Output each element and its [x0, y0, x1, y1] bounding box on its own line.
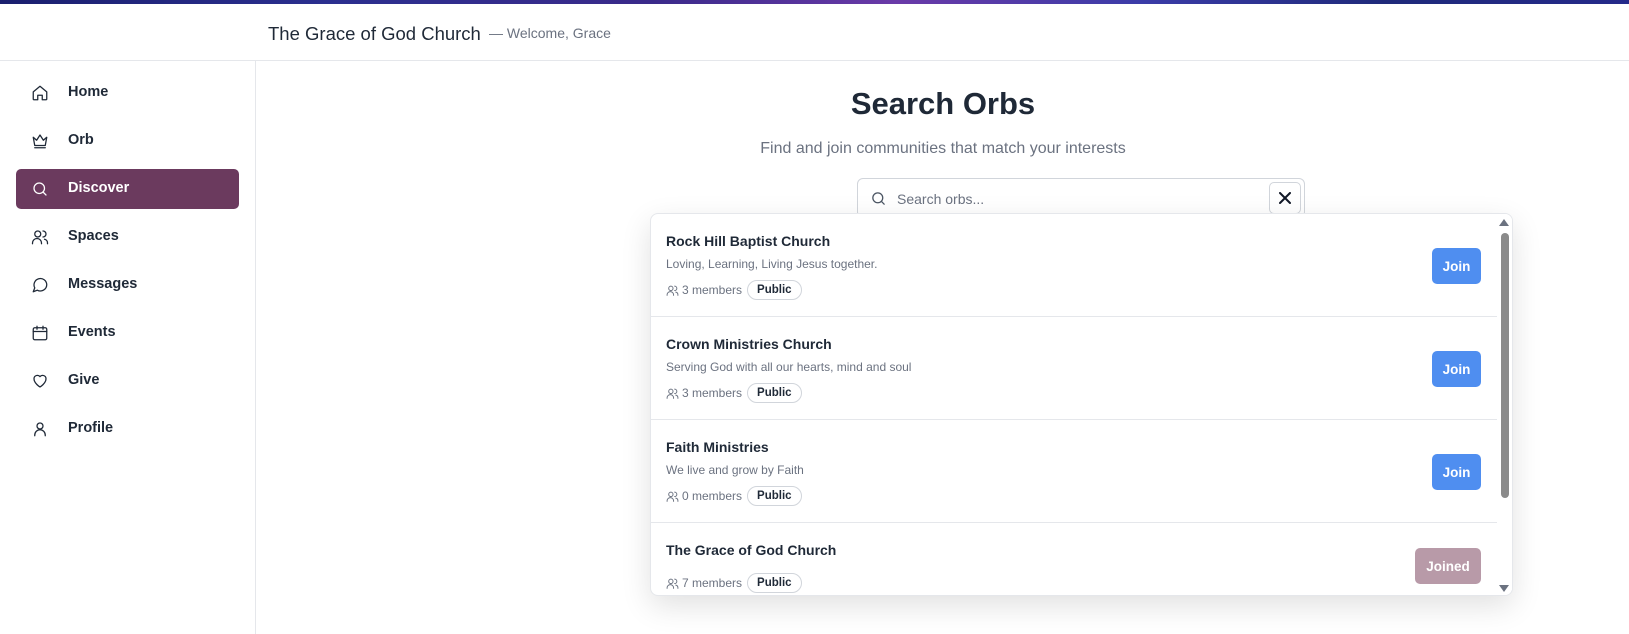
home-icon — [31, 84, 49, 102]
result-item[interactable]: The Grace of God Church 7 members Public… — [651, 523, 1497, 595]
join-button[interactable]: Join — [1432, 454, 1481, 490]
sidebar-item-label: Messages — [68, 276, 138, 292]
scroll-up-arrow-icon[interactable] — [1499, 219, 1509, 226]
users-icon — [666, 490, 679, 503]
sidebar-item-label: Discover — [68, 180, 130, 196]
orb-description: Serving God with all our hearts, mind an… — [666, 360, 912, 374]
scroll-down-arrow-icon[interactable] — [1499, 585, 1509, 592]
result-item[interactable]: Crown Ministries Church Serving God with… — [651, 317, 1497, 420]
sidebar-item-label: Orb — [68, 132, 94, 148]
search-icon — [870, 190, 887, 207]
welcome-text: — Welcome, Grace — [489, 25, 611, 41]
scrollbar[interactable] — [1497, 214, 1512, 595]
member-count: 0 members — [682, 489, 743, 503]
heart-icon — [31, 372, 49, 390]
member-count: 7 members — [682, 576, 743, 590]
orb-meta: 7 members Public — [666, 573, 802, 593]
sidebar-item-home[interactable]: Home — [16, 73, 239, 113]
clear-search-button[interactable] — [1269, 182, 1301, 214]
member-count: 3 members — [682, 386, 743, 400]
result-item[interactable]: Rock Hill Baptist Church Loving, Learnin… — [651, 214, 1497, 317]
orb-meta: 0 members Public — [666, 486, 802, 506]
visibility-badge: Public — [747, 383, 802, 403]
search-results-dropdown: Rock Hill Baptist Church Loving, Learnin… — [650, 213, 1513, 596]
page-subtitle: Find and join communities that match you… — [760, 140, 1126, 157]
sidebar-item-label: Profile — [68, 420, 114, 436]
visibility-badge: Public — [747, 573, 802, 593]
page-title: Search Orbs — [850, 86, 1036, 121]
sidebar-item-discover[interactable]: Discover — [16, 169, 239, 209]
sidebar-item-messages[interactable]: Messages — [16, 265, 239, 305]
user-icon — [31, 420, 49, 438]
sidebar: Home Orb Discover Spaces Messages Events — [0, 61, 256, 634]
sidebar-item-events[interactable]: Events — [16, 313, 239, 353]
visibility-badge: Public — [747, 280, 802, 300]
orb-meta: 3 members Public — [666, 383, 802, 403]
users-icon — [666, 284, 679, 297]
sidebar-item-profile[interactable]: Profile — [16, 409, 239, 449]
sidebar-item-label: Events — [68, 324, 116, 340]
orb-name: Faith Ministries — [666, 439, 769, 455]
scrollbar-thumb[interactable] — [1501, 233, 1509, 498]
joined-button[interactable]: Joined — [1415, 548, 1481, 584]
users-icon — [666, 387, 679, 400]
orb-name: Crown Ministries Church — [666, 336, 832, 352]
close-icon — [1279, 192, 1291, 204]
sidebar-item-orb[interactable]: Orb — [16, 121, 239, 161]
orb-description: We live and grow by Faith — [666, 463, 804, 477]
users-icon — [666, 577, 679, 590]
sidebar-item-label: Spaces — [68, 228, 119, 244]
search-input[interactable] — [897, 188, 1247, 210]
app-header: The Grace of God Church — Welcome, Grace — [0, 4, 1629, 61]
church-title: The Grace of God Church — [268, 23, 481, 44]
orb-name: Rock Hill Baptist Church — [666, 233, 831, 249]
search-box — [857, 178, 1305, 218]
orb-description: Loving, Learning, Living Jesus together. — [666, 257, 878, 271]
crown-icon — [31, 132, 49, 150]
join-button[interactable]: Join — [1432, 248, 1481, 284]
calendar-icon — [31, 324, 49, 342]
sidebar-item-label: Home — [68, 84, 109, 100]
message-icon — [31, 276, 49, 294]
sidebar-item-give[interactable]: Give — [16, 361, 239, 401]
sidebar-item-label: Give — [68, 372, 100, 388]
visibility-badge: Public — [747, 486, 802, 506]
member-count: 3 members — [682, 283, 743, 297]
join-button[interactable]: Join — [1432, 351, 1481, 387]
search-icon — [31, 180, 49, 198]
orb-meta: 3 members Public — [666, 280, 802, 300]
result-item[interactable]: Faith Ministries We live and grow by Fai… — [651, 420, 1497, 523]
orb-name: The Grace of God Church — [666, 542, 837, 558]
sidebar-item-spaces[interactable]: Spaces — [16, 217, 239, 257]
users-icon — [31, 228, 49, 246]
